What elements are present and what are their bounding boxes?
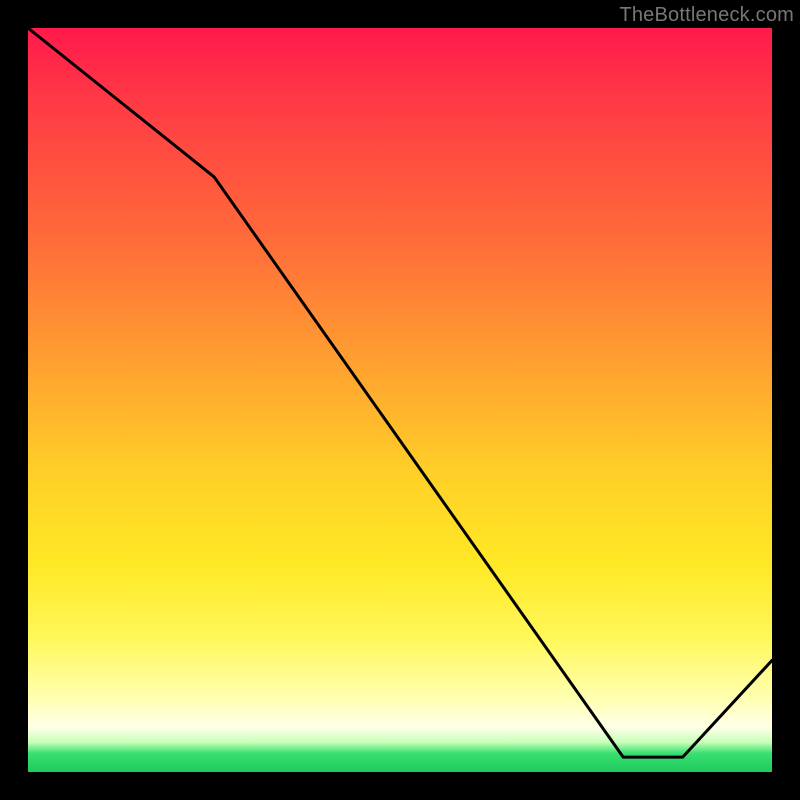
watermark-text: TheBottleneck.com xyxy=(619,4,794,27)
bottleneck-line-path xyxy=(28,28,772,757)
bottleneck-line xyxy=(28,28,772,772)
chart-frame: TheBottleneck.com xyxy=(0,0,800,800)
plot-area xyxy=(28,28,772,772)
